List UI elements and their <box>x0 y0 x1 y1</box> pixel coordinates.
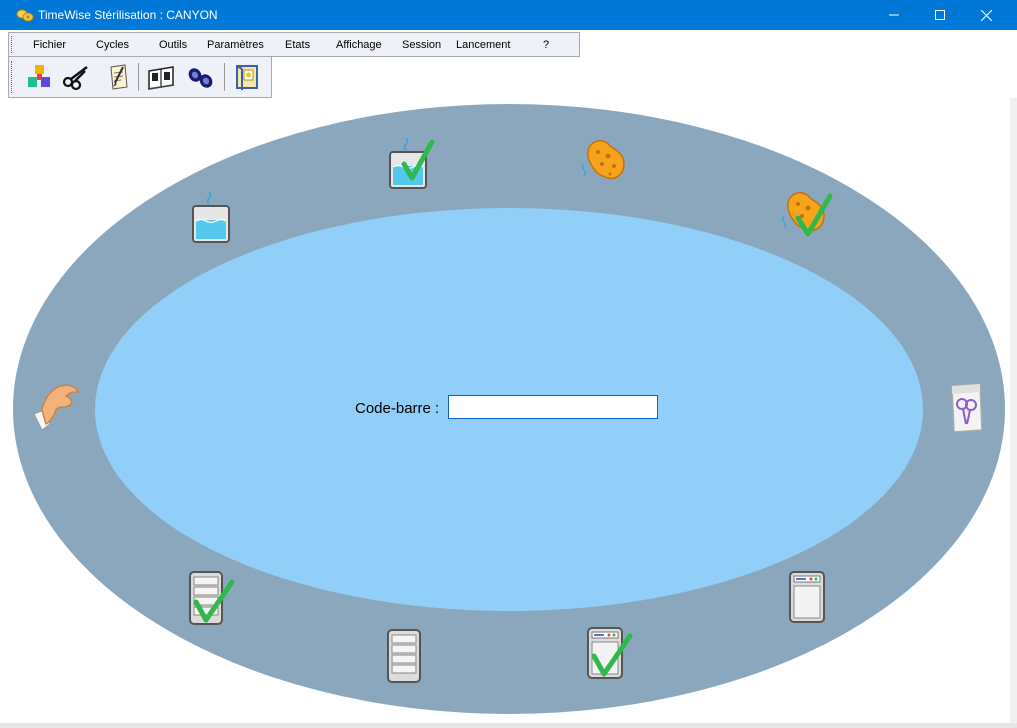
maximize-button[interactable] <box>917 0 963 30</box>
station-washing[interactable] <box>576 134 636 194</box>
station-washing-done[interactable] <box>776 186 836 246</box>
tools-book-icon <box>147 66 175 90</box>
menu-session[interactable]: Session <box>402 39 441 51</box>
sponge-icon <box>781 192 833 237</box>
workflow-canvas: Code-barre : <box>8 98 1010 723</box>
bottom-edge <box>0 723 1017 728</box>
menu-bar: Fichier Cycles Outils Paramètres Etats A… <box>8 32 580 57</box>
close-button[interactable] <box>963 0 1009 30</box>
toolbar-button-1[interactable] <box>23 62 55 92</box>
minimize-icon <box>889 14 899 16</box>
station-storage[interactable] <box>374 626 434 686</box>
soak-tank-icon <box>389 137 435 189</box>
toolbar-button-3[interactable] <box>102 62 134 92</box>
toolbar-button-5[interactable] <box>185 62 217 92</box>
sponge-icon <box>581 140 625 180</box>
window-title: TimeWise Stérilisation : CANYON <box>38 8 218 22</box>
station-sterilization-done[interactable] <box>580 622 640 682</box>
scissors-icon <box>62 66 88 91</box>
menu-fichier[interactable]: Fichier <box>33 39 66 51</box>
rack-cabinet-icon <box>189 571 235 625</box>
toolbar-button-6[interactable] <box>231 62 263 92</box>
exit-door-icon <box>236 65 258 90</box>
barcode-label: Code-barre : <box>355 400 440 417</box>
title-bar[interactable]: TimeWise Stérilisation : CANYON <box>0 0 1017 30</box>
maximize-icon <box>935 10 945 20</box>
app-window: TimeWise Stérilisation : CANYON Fichier … <box>0 0 1017 728</box>
menu-parametres[interactable]: Paramètres <box>207 39 264 51</box>
autoclave-icon <box>789 571 825 623</box>
menu-outils[interactable]: Outils <box>159 39 187 51</box>
toolbar-button-4[interactable] <box>145 62 177 92</box>
menu-grip[interactable] <box>11 36 15 53</box>
menu-cycles[interactable]: Cycles <box>96 39 129 51</box>
binoculars-icon <box>188 68 213 88</box>
hand-icon <box>33 384 80 431</box>
station-storage-done[interactable] <box>180 568 240 628</box>
station-reception[interactable] <box>28 378 88 438</box>
barcode-input[interactable] <box>448 395 658 419</box>
soak-tank-icon <box>192 191 230 243</box>
close-icon <box>980 9 992 21</box>
menu-etats[interactable]: Etats <box>285 39 310 51</box>
toolbar-grip[interactable] <box>11 61 15 93</box>
menu-affichage[interactable]: Affichage <box>336 39 382 51</box>
rack-cabinet-icon <box>387 629 421 683</box>
toolbar <box>8 56 272 98</box>
app-logo-icon <box>16 7 34 23</box>
menu-lancement[interactable]: Lancement <box>456 39 510 51</box>
autoclave-icon <box>587 627 633 679</box>
station-sterilization[interactable] <box>778 566 838 626</box>
sterile-pouch-icon <box>951 383 983 433</box>
background-window-edge <box>1010 98 1017 728</box>
toolbar-separator <box>138 63 139 91</box>
color-blocks-icon <box>28 65 50 87</box>
menu-help[interactable]: ? <box>543 39 549 51</box>
station-soak[interactable] <box>183 190 243 250</box>
station-packaging[interactable] <box>936 378 996 438</box>
station-soak-done[interactable] <box>380 136 440 196</box>
toolbar-button-2[interactable] <box>60 62 92 92</box>
minimize-button[interactable] <box>871 0 917 30</box>
toolbar-separator <box>224 63 225 91</box>
document-pen-icon <box>110 64 128 90</box>
